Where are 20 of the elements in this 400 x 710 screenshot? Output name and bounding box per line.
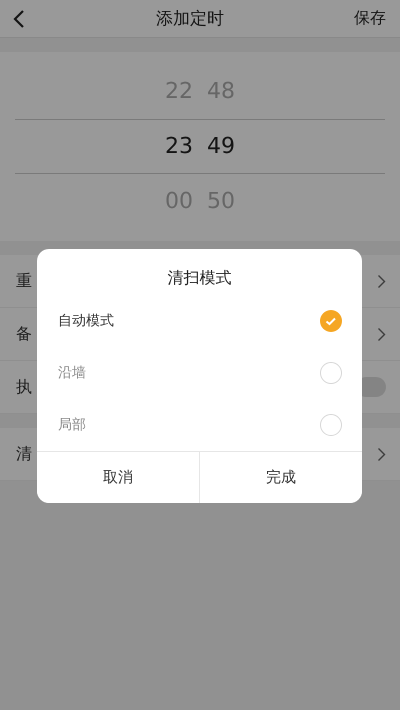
save-button[interactable]: 保存 xyxy=(354,8,386,29)
page-title: 添加定时 xyxy=(156,8,224,30)
option-label[interactable]: 沿墙 xyxy=(58,364,86,382)
dialog-title: 清扫模式 xyxy=(166,267,232,289)
dialog-button[interactable]: 完成 xyxy=(199,452,362,503)
chevron-icon[interactable] xyxy=(377,446,386,462)
minute-value[interactable]: 49 xyxy=(207,134,235,159)
option-label[interactable]: 自动模式 xyxy=(58,312,114,330)
check-icon[interactable] xyxy=(320,310,342,332)
setting-label: 重 xyxy=(16,270,32,292)
option-label[interactable]: 局部 xyxy=(58,416,86,434)
setting-label: 执 xyxy=(16,376,32,398)
chevron-icon[interactable] xyxy=(377,274,386,288)
radio-circle[interactable] xyxy=(320,414,342,436)
back-icon[interactable] xyxy=(12,8,26,28)
hour-value[interactable]: 23 xyxy=(165,134,193,159)
setting-label: 清 xyxy=(16,444,32,464)
setting-label: 备 xyxy=(16,324,32,344)
chevron-icon[interactable] xyxy=(377,326,386,342)
radio-circle[interactable] xyxy=(320,362,342,384)
